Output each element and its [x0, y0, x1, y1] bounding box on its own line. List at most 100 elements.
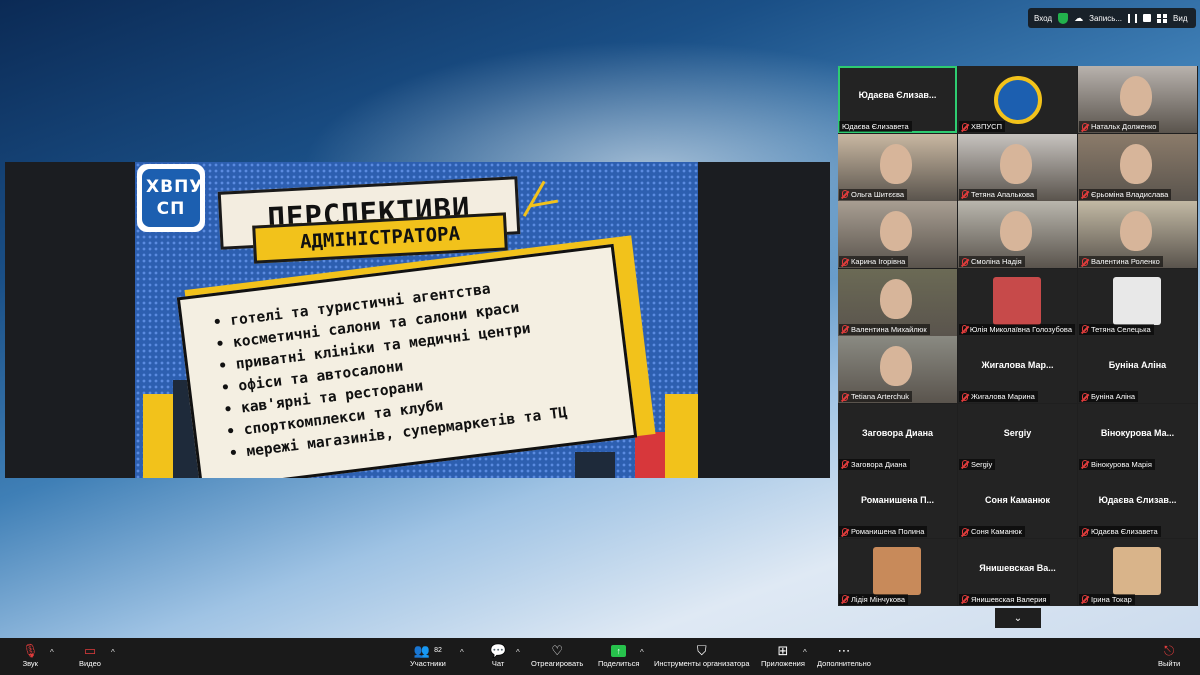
participant-tile[interactable]: Соня Каманюк Соня Каманюк — [958, 471, 1077, 538]
share-screen-icon: ↑ — [611, 644, 627, 657]
participant-name: ХВПУСП — [971, 122, 1002, 131]
participant-tile[interactable]: Ольга Шитєєва — [838, 133, 957, 201]
participant-tile[interactable]: Ірина Токар — [1078, 538, 1197, 606]
chevron-down-icon: ⌄ — [1013, 612, 1023, 624]
participant-name-label: Лідія Мінчукова — [839, 593, 909, 605]
participant-tile[interactable]: Tetiana Arterchuk — [838, 336, 957, 403]
participant-tile[interactable]: Карина Ігорівна — [838, 201, 957, 268]
participant-name-label: Валентина Роленко — [1079, 256, 1163, 267]
chat-options-caret[interactable]: ^ — [516, 648, 520, 657]
participant-tile[interactable]: Буніна Аліна Буніна Аліна — [1078, 336, 1197, 403]
audio-options-caret[interactable]: ^ — [50, 648, 54, 657]
participant-name: Жигалова Марина — [971, 392, 1035, 401]
participant-tile[interactable]: Смоліна Надія — [958, 201, 1077, 268]
participant-tile[interactable]: Тетяна Апалькова — [958, 133, 1077, 201]
grid-view-icon[interactable] — [1157, 13, 1168, 23]
participant-tile[interactable]: Янишевская Ва... Янишевская Валерия — [958, 538, 1077, 606]
video-button[interactable]: ▭ Видео — [79, 642, 101, 668]
participant-name: Тетяна Селецька — [1091, 324, 1151, 334]
mic-muted-icon — [962, 392, 968, 401]
participant-tile[interactable]: Натальх Долженко — [1078, 66, 1197, 133]
participant-name: Заговора Диана — [851, 459, 907, 469]
more-button[interactable]: ⋯ Дополнительно — [817, 642, 871, 668]
participant-display-name: Юдаєва Єлизав... — [858, 90, 937, 100]
participant-face — [880, 143, 912, 184]
audio-label: Звук — [22, 659, 38, 668]
host-tools-button[interactable]: ⛉ Инструменты организатора — [654, 642, 750, 668]
participant-name-label: Юлія Миколаївна Голозубова — [959, 323, 1075, 335]
audio-button[interactable]: 🎙 Звук — [22, 642, 39, 668]
cloud-icon: ☁ — [1074, 12, 1084, 23]
camera-off-icon: ▭ — [83, 643, 97, 658]
apps-label: Приложения — [761, 659, 805, 668]
participant-name-label: Смоліна Надія — [959, 256, 1025, 267]
participant-tile[interactable]: Заговора Диана Заговора Диана — [838, 403, 957, 471]
share-icon-wrap: ↑ — [611, 642, 627, 659]
recording-label: Запись... — [1089, 13, 1123, 23]
participant-name: Вінокурова Марія — [1091, 459, 1152, 469]
participant-tile[interactable]: Жигалова Мар... Жигалова Марина — [958, 336, 1077, 403]
participant-tile[interactable]: Юдаєва Єлизав... Юдаєва Єлизавета — [838, 66, 957, 133]
participant-tile[interactable]: Sergiy Sergiy — [958, 403, 1077, 471]
participant-name-label: Єрьоміна Владислава — [1079, 188, 1172, 200]
video-options-caret[interactable]: ^ — [111, 648, 115, 657]
video-label: Видео — [79, 659, 101, 668]
participants-button[interactable]: 👥 82 Участники — [410, 642, 446, 668]
participant-tile[interactable]: Юдаєва Єлизав... Юдаєва Єлизавета — [1078, 471, 1197, 538]
participant-tile[interactable]: ХВПУСП — [958, 66, 1077, 133]
participant-name-label: Вінокурова Марія — [1079, 458, 1155, 470]
heart-icon: ♡ — [551, 643, 563, 658]
participants-options-caret[interactable]: ^ — [460, 648, 464, 657]
view-button[interactable]: Вид — [1173, 14, 1187, 23]
participant-tile[interactable]: Лідія Мінчукова — [838, 538, 957, 606]
participant-name: Валентина Роленко — [1091, 257, 1160, 266]
participant-name: Романишена Полина — [851, 527, 925, 536]
mic-muted-icon — [1082, 325, 1088, 333]
react-button[interactable]: ♡ Отреагировать — [531, 642, 583, 668]
apps-icon: ⊞ — [777, 643, 789, 658]
participant-gallery: Юдаєва Єлизав... Юдаєва Єлизавета ХВПУСП На… — [838, 66, 1198, 606]
participant-display-name: Юдаєва Єлизав... — [1098, 495, 1177, 505]
participant-face — [1000, 211, 1032, 251]
participant-name-label: Романишена Полина — [839, 526, 928, 537]
participant-display-name: Sergiy — [1003, 427, 1032, 438]
login-button[interactable]: Вход — [1034, 14, 1052, 23]
participant-tile[interactable]: Валентина Роленко — [1078, 201, 1197, 268]
chat-button[interactable]: 💬 Чат — [490, 642, 506, 668]
participant-name: Єрьоміна Владислава — [1091, 189, 1169, 199]
mic-muted-icon — [962, 595, 968, 603]
participant-name-label: Тетяна Селецька — [1079, 323, 1154, 335]
apps-options-caret[interactable]: ^ — [803, 648, 807, 657]
chat-label: Чат — [491, 659, 505, 668]
stop-icon[interactable] — [1143, 14, 1152, 22]
participant-face — [1120, 76, 1152, 116]
mic-muted-icon — [1082, 257, 1088, 266]
shield-icon[interactable] — [1058, 12, 1069, 24]
participant-tile[interactable]: Юлія Миколаївна Голозубова — [958, 268, 1077, 336]
mic-muted-icon — [1082, 392, 1088, 401]
react-label: Отреагировать — [531, 659, 584, 668]
leave-button[interactable]: ⎋ Выйти — [1158, 642, 1180, 668]
participant-face — [1120, 143, 1152, 184]
share-label: Поделиться — [598, 659, 640, 668]
pause-icon[interactable] — [1128, 13, 1138, 23]
participant-tile[interactable]: Єрьоміна Владислава — [1078, 133, 1197, 201]
participant-name: Смоліна Надія — [971, 257, 1022, 266]
participant-tile[interactable]: Тетяна Селецька — [1078, 268, 1197, 336]
more-dots-icon: ⋯ — [837, 643, 851, 658]
gallery-expand-button[interactable]: ⌄ — [995, 608, 1041, 628]
mic-muted-icon — [842, 190, 848, 198]
participant-tile[interactable]: Вінокурова Ма... Вінокурова Марія — [1078, 403, 1197, 471]
participant-name-label: Sergiy — [959, 458, 996, 470]
participant-face — [880, 211, 912, 251]
share-button[interactable]: ↑ Поделиться — [598, 642, 639, 668]
participant-name-label: Ольга Шитєєва — [839, 188, 908, 200]
avatar — [1113, 276, 1161, 325]
participant-tile[interactable]: Романишена П... Романишена Полина — [838, 471, 957, 538]
apps-button[interactable]: ⊞ Приложения — [761, 642, 805, 668]
participant-tile[interactable]: Валентина Михайлюк — [838, 268, 957, 336]
participant-name-label: Тетяна Апалькова — [959, 188, 1038, 200]
mic-muted-icon — [962, 460, 968, 468]
participant-name-label: ХВПУСП — [959, 121, 1005, 132]
share-options-caret[interactable]: ^ — [640, 648, 644, 657]
